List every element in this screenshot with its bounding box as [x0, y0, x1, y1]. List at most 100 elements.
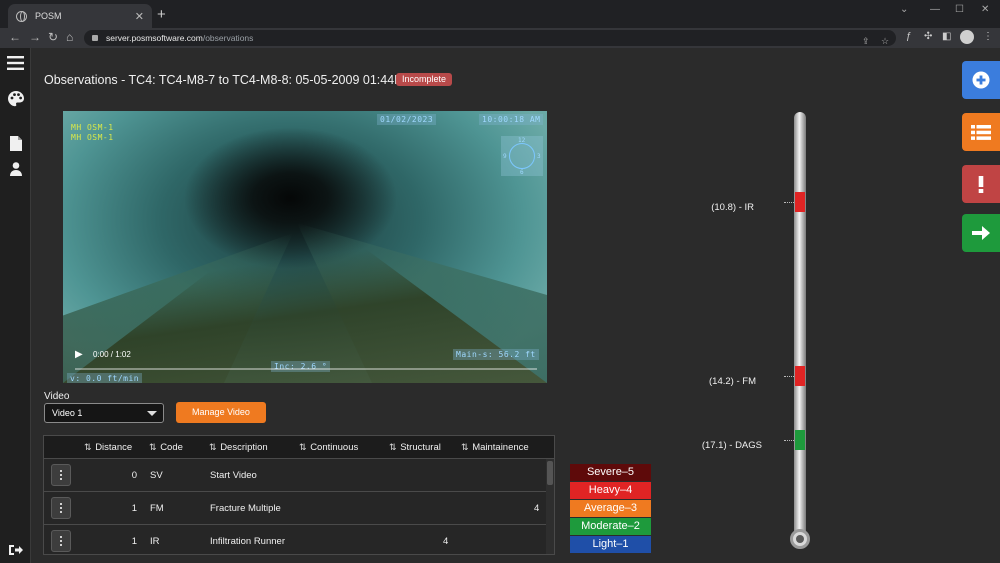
cell-structural: 4	[443, 536, 449, 547]
sidepanel-icon[interactable]: ◧	[942, 31, 951, 42]
sort-icon: ⇅	[299, 442, 306, 452]
row-menu-icon[interactable]	[51, 464, 71, 486]
cell-distance: 0	[131, 470, 137, 481]
legend-light: Light–1	[570, 536, 651, 553]
list-button[interactable]	[962, 113, 1000, 151]
document-icon[interactable]	[6, 136, 25, 151]
overlay-time: 10:00:18 AM	[479, 114, 544, 125]
palette-icon[interactable]	[6, 90, 25, 108]
close-tab-icon[interactable]: ✕	[135, 10, 144, 23]
legend-moderate: Moderate–2	[570, 518, 651, 535]
col-continuous[interactable]: ⇅ Continuous	[299, 442, 358, 453]
col-maintainence[interactable]: ⇅ Maintainence	[461, 442, 529, 453]
app-sidebar	[0, 48, 31, 563]
legend-average: Average–3	[570, 500, 651, 517]
video-select[interactable]: Video 1	[44, 403, 164, 423]
overlay-speed: v: 0.0 ft/min	[67, 373, 143, 383]
arrow-right-icon	[972, 226, 990, 240]
address-bar[interactable]: server.posmsoftware.com/observations ⇪ ☆	[84, 30, 896, 46]
dial-3: 3	[537, 153, 541, 160]
extension-f-icon[interactable]: ƒ	[906, 31, 912, 42]
cell-description: Fracture Multiple	[210, 503, 281, 514]
video-time: 0:00 / 1:02	[93, 350, 131, 359]
chevron-down-icon[interactable]: ⌄	[900, 4, 908, 15]
pipe-marker-label-dags: (17.1) - DAGS	[701, 440, 762, 451]
pipe-marker-label-fm: (14.2) - FM	[709, 376, 756, 387]
table-row[interactable]: 1 IR Infiltration Runner 4	[44, 525, 546, 554]
legend-heavy: Heavy–4	[570, 482, 651, 499]
hamburger-menu-icon[interactable]	[6, 56, 25, 70]
manage-video-button[interactable]: Manage Video	[176, 402, 266, 423]
sort-icon: ⇅	[461, 442, 468, 452]
status-badge: Incomplete	[396, 73, 453, 86]
overlay-manhole-2: MH OSM-1	[71, 133, 114, 142]
pipe-marker-fm[interactable]	[795, 366, 805, 386]
exclamation-icon	[978, 175, 984, 193]
new-tab-icon[interactable]: +	[157, 6, 166, 23]
sort-icon: ⇅	[389, 442, 396, 452]
col-structural[interactable]: ⇅ Structural	[389, 442, 441, 453]
dial-9: 9	[503, 153, 507, 160]
caret-down-icon	[147, 411, 157, 416]
browser-tabbar: POSM ✕ + ⌄ — ☐ ✕	[0, 0, 1000, 28]
overlay-main-distance: Main-s: 56.2 ft	[453, 349, 539, 360]
cell-maintainence: 4	[534, 503, 540, 514]
logout-icon[interactable]	[6, 544, 25, 556]
cell-code: IR	[150, 536, 160, 547]
table-scrollbar[interactable]	[546, 459, 554, 554]
home-icon[interactable]: ⌂	[66, 30, 73, 44]
table-row[interactable]: 0 SV Start Video	[44, 459, 546, 492]
page-title: Observations - TC4: TC4-M8-7 to TC4-M8-8…	[44, 73, 413, 87]
lock-icon	[92, 35, 98, 41]
profile-avatar[interactable]	[960, 30, 974, 44]
share-icon[interactable]: ⇪	[862, 33, 870, 49]
forward-icon[interactable]: →	[29, 30, 41, 44]
list-icon	[971, 124, 991, 140]
dial-12: 12	[518, 137, 526, 144]
kebab-menu-icon[interactable]: ⋮	[983, 31, 993, 42]
scrollbar-thumb[interactable]	[547, 461, 553, 485]
pipe-gauge	[794, 112, 806, 532]
pipe-marker-label-ir: (10.8) - IR	[711, 202, 754, 213]
alert-button[interactable]	[962, 165, 1000, 203]
legend-severe: Severe–5	[570, 464, 651, 481]
row-menu-icon[interactable]	[51, 497, 71, 519]
cell-distance: 1	[131, 536, 137, 547]
next-button[interactable]	[962, 214, 1000, 252]
pipe-marker-dags[interactable]	[795, 430, 805, 450]
reload-icon[interactable]: ↻	[48, 30, 58, 44]
puzzle-icon[interactable]: ✣	[924, 31, 932, 42]
cell-description: Start Video	[210, 470, 257, 481]
video-select-label: Video	[44, 391, 70, 402]
play-icon[interactable]: ▶	[75, 349, 83, 360]
user-icon[interactable]	[6, 162, 25, 176]
marker-leader	[784, 202, 794, 203]
marker-leader	[784, 440, 794, 441]
add-observation-button[interactable]	[962, 61, 1000, 99]
row-menu-icon[interactable]	[51, 530, 71, 552]
star-icon[interactable]: ☆	[881, 33, 889, 49]
pipe-marker-ir[interactable]	[795, 192, 805, 212]
maximize-icon[interactable]: ☐	[955, 4, 964, 15]
overlay-date: 01/02/2023	[377, 114, 437, 125]
video-select-value: Video 1	[52, 408, 83, 418]
cell-description: Infiltration Runner	[210, 536, 285, 547]
browser-tab[interactable]: POSM ✕	[8, 4, 152, 28]
sort-icon: ⇅	[84, 442, 91, 452]
observations-table: ⇅ Distance ⇅ Code ⇅ Description ⇅ Contin…	[43, 435, 555, 555]
col-distance[interactable]: ⇅ Distance	[84, 442, 132, 453]
overlay-inclination: Inc: 2.6 °	[271, 361, 331, 372]
globe-icon	[16, 10, 27, 22]
window-close-icon[interactable]: ✕	[981, 4, 989, 15]
cell-code: SV	[150, 470, 163, 481]
tab-title: POSM	[35, 11, 62, 21]
back-icon[interactable]: ←	[9, 30, 21, 44]
video-progress-bar[interactable]	[75, 368, 537, 370]
table-row[interactable]: 1 FM Fracture Multiple 4	[44, 492, 546, 525]
video-player[interactable]: MH OSM-1 MH OSM-1 01/02/2023 10:00:18 AM…	[63, 111, 547, 383]
url-host: server.posmsoftware.com	[106, 33, 203, 43]
col-description[interactable]: ⇅ Description	[209, 442, 268, 453]
col-code[interactable]: ⇅ Code	[149, 442, 183, 453]
sort-icon: ⇅	[149, 442, 156, 452]
minimize-icon[interactable]: —	[930, 4, 940, 15]
